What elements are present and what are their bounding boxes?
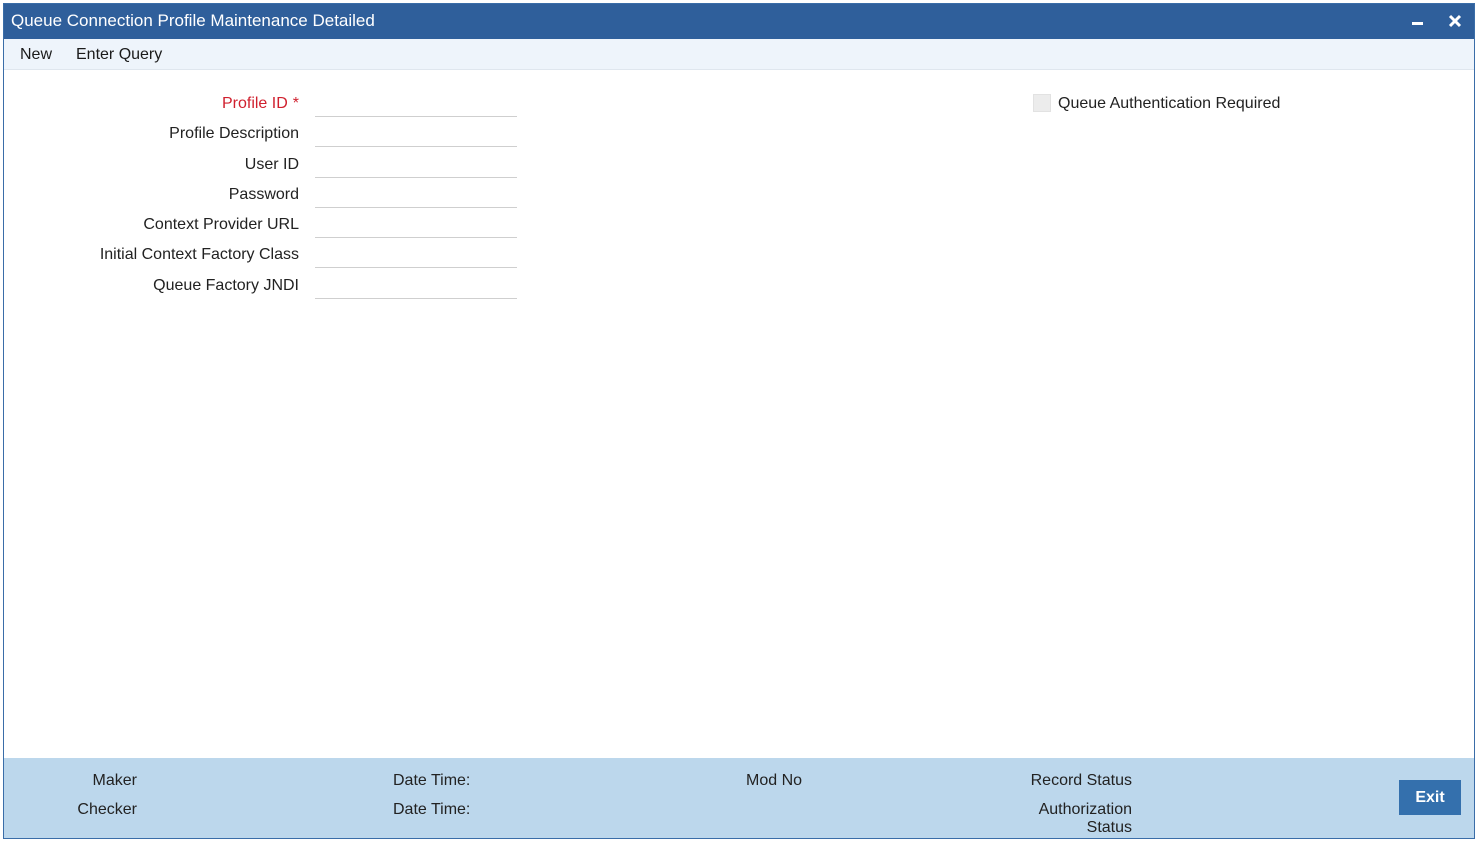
menu-new[interactable]: New: [20, 46, 52, 64]
close-icon: [1448, 14, 1462, 28]
minimize-icon: [1411, 21, 1423, 25]
queue-authentication-label: Queue Authentication Required: [1058, 95, 1281, 112]
context-provider-url-input[interactable]: [315, 212, 517, 238]
maker-label: Maker: [92, 772, 137, 789]
exit-button[interactable]: Exit: [1399, 780, 1461, 815]
menu-enter-query[interactable]: Enter Query: [76, 46, 162, 64]
audit-footer: Maker Checker Date Time: Date Time: Mod …: [4, 758, 1474, 838]
window-title: Queue Connection Profile Maintenance Det…: [11, 11, 375, 30]
profile-description-input[interactable]: [315, 121, 517, 147]
queue-authentication-checkbox[interactable]: [1033, 94, 1051, 112]
mod-no-label: Mod No: [746, 772, 803, 789]
menu-bar: New Enter Query: [4, 39, 1474, 70]
profile-id-label: Profile ID *: [221, 95, 299, 112]
field-row-initial-context-factory-class: Initial Context Factory Class: [4, 240, 524, 270]
queue-factory-jndi-label: Queue Factory JNDI: [153, 277, 299, 294]
queue-factory-jndi-input[interactable]: [315, 273, 517, 299]
authorization-status-label-line2: Status: [1086, 819, 1132, 836]
field-row-context-provider-url: Context Provider URL: [4, 210, 524, 240]
field-row-profile-description: Profile Description: [4, 119, 524, 149]
maker-datetime-label: Date Time:: [393, 772, 471, 789]
authorization-status-label-line1: Authorization: [1038, 801, 1132, 818]
checker-datetime-label: Date Time:: [393, 801, 471, 818]
field-row-queue-factory-jndi: Queue Factory JNDI: [4, 271, 524, 301]
field-row-profile-id: Profile ID *: [4, 89, 524, 119]
required-marker: *: [292, 95, 299, 112]
close-button[interactable]: [1442, 8, 1468, 34]
password-label: Password: [228, 186, 299, 203]
initial-context-factory-class-label: Initial Context Factory Class: [99, 246, 299, 263]
user-id-label: User ID: [244, 156, 299, 173]
initial-context-factory-class-input[interactable]: [315, 242, 517, 268]
profile-description-label: Profile Description: [169, 125, 299, 142]
profile-id-input[interactable]: [315, 91, 517, 117]
field-row-user-id: User ID: [4, 150, 524, 180]
checker-label: Checker: [77, 801, 137, 818]
field-row-password: Password: [4, 180, 524, 210]
main-window: Queue Connection Profile Maintenance Det…: [3, 3, 1475, 839]
context-provider-url-label: Context Provider URL: [143, 216, 299, 233]
minimize-button[interactable]: [1404, 8, 1430, 34]
user-id-input[interactable]: [315, 152, 517, 178]
title-bar: Queue Connection Profile Maintenance Det…: [4, 4, 1474, 39]
password-input[interactable]: [315, 182, 517, 208]
record-status-label: Record Status: [1030, 772, 1132, 789]
